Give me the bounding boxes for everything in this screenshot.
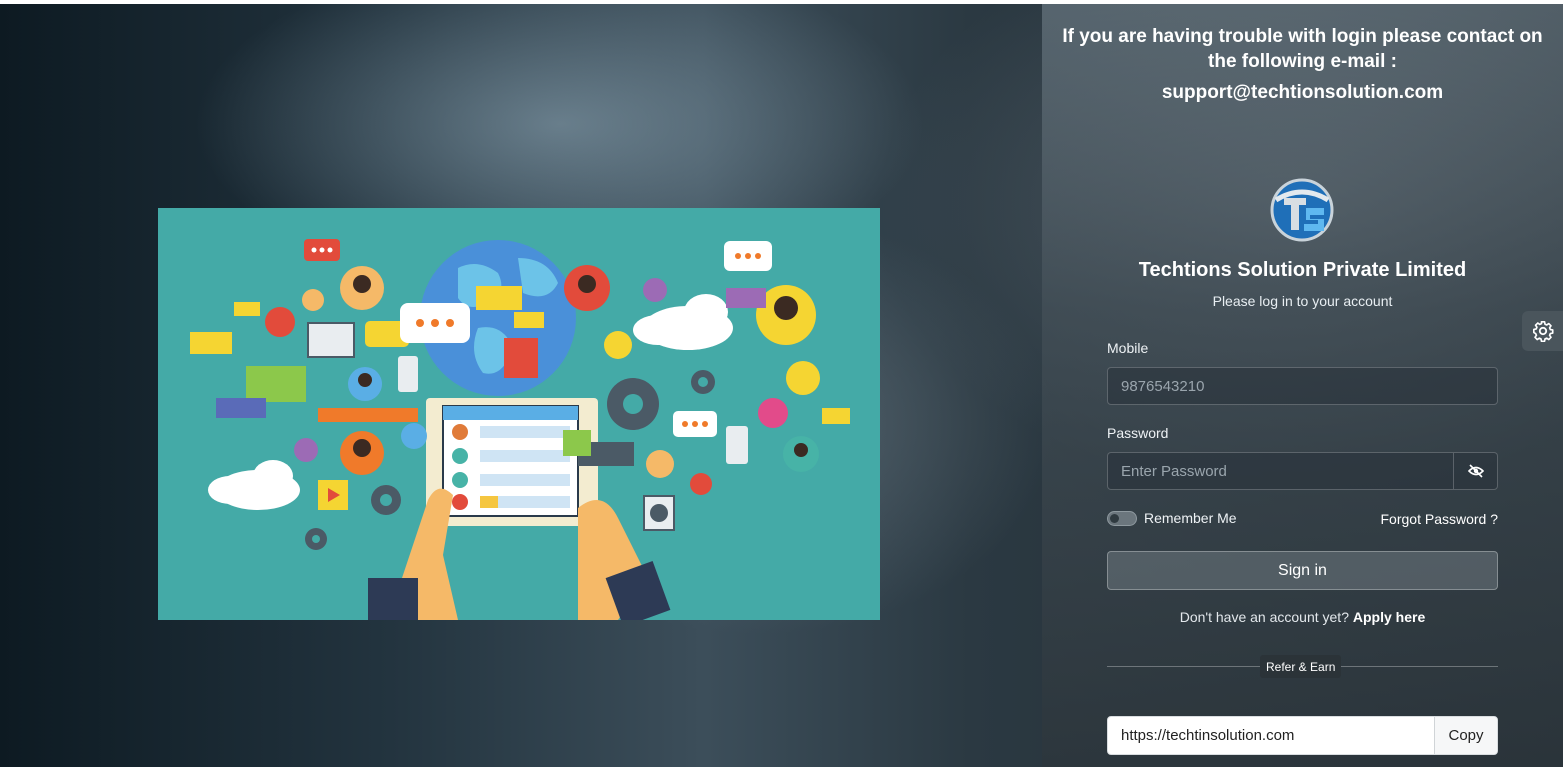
sign-in-button[interactable]: Sign in	[1107, 551, 1498, 590]
login-subtitle: Please log in to your account	[1212, 293, 1393, 309]
no-account-text: Don't have an account yet?	[1179, 609, 1349, 625]
support-message: If you are having trouble with login ple…	[1062, 26, 1543, 72]
mobile-field-box	[1107, 367, 1498, 405]
referral-link-box: https://techtinsolution.com Copy	[1107, 716, 1498, 755]
forgot-password-link[interactable]: Forgot Password ?	[1381, 511, 1499, 527]
copy-button[interactable]: Copy	[1434, 717, 1497, 754]
hero-illustration	[158, 208, 880, 620]
eye-slash-icon	[1467, 464, 1484, 478]
social-network-illustration	[158, 208, 880, 620]
mobile-input[interactable]	[1108, 368, 1497, 404]
apply-here-link[interactable]: Apply here	[1353, 609, 1425, 625]
password-input[interactable]	[1108, 453, 1454, 489]
remember-me: Remember Me	[1107, 510, 1237, 526]
mobile-label: Mobile	[1107, 340, 1149, 356]
login-panel: If you are having trouble with login ple…	[1042, 4, 1563, 767]
password-field-box	[1107, 452, 1498, 490]
gear-icon	[1532, 321, 1554, 342]
remember-me-toggle[interactable]	[1107, 510, 1137, 526]
remember-me-label: Remember Me	[1144, 510, 1237, 526]
password-visibility-toggle[interactable]	[1453, 453, 1497, 489]
referral-url: https://techtinsolution.com	[1121, 727, 1295, 744]
support-email[interactable]: support@techtionsolution.com	[1042, 82, 1563, 104]
login-page: If you are having trouble with login ple…	[0, 4, 1563, 767]
password-label: Password	[1107, 425, 1169, 441]
refer-earn-badge: Refer & Earn	[1260, 655, 1342, 678]
ts-logo-icon	[1270, 178, 1334, 242]
settings-button[interactable]	[1522, 311, 1563, 351]
apply-prompt: Don't have an account yet? Apply here	[1042, 609, 1563, 625]
company-name: Techtions Solution Private Limited	[1138, 259, 1467, 281]
